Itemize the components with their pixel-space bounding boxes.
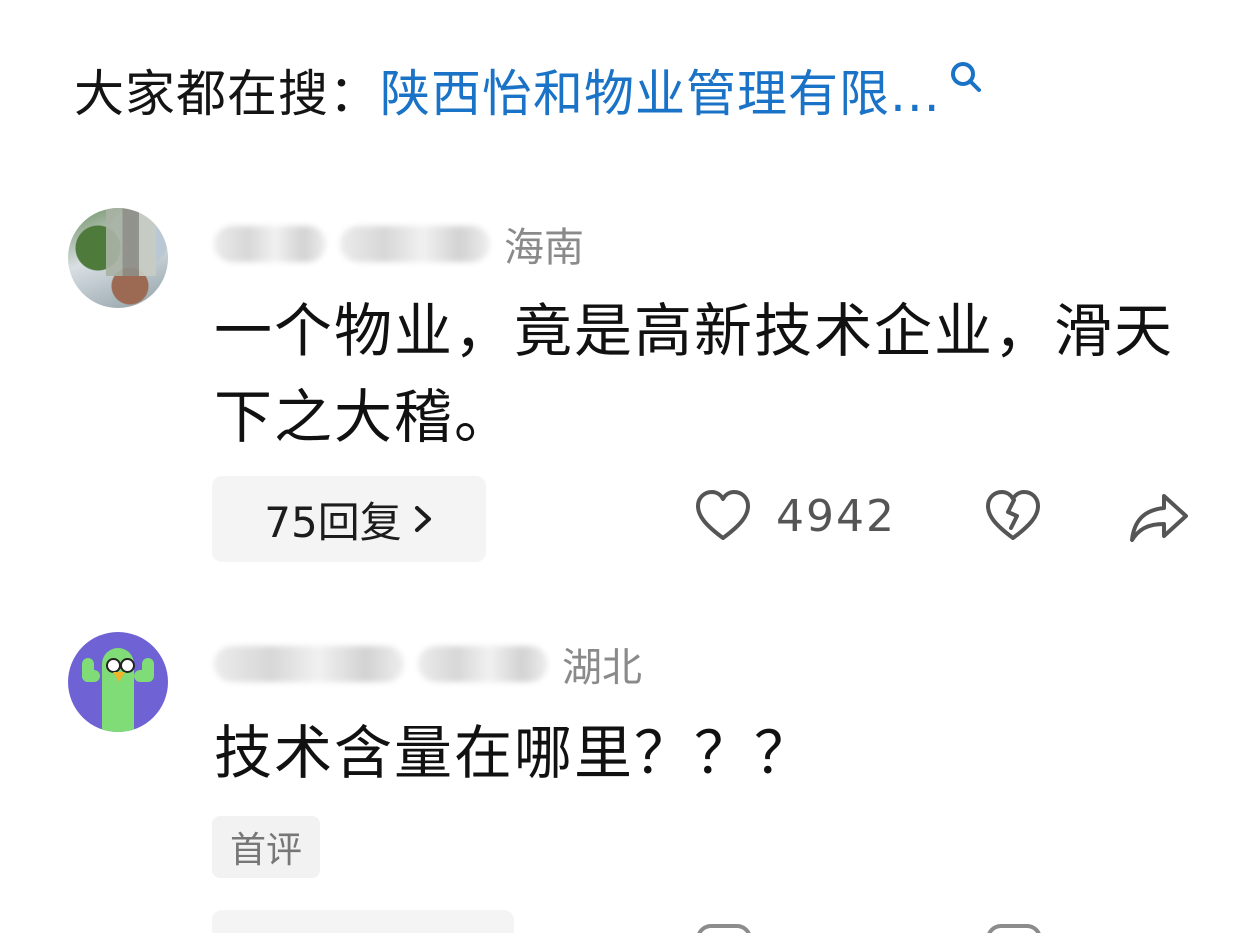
first-comment-badge: 首评: [212, 816, 321, 878]
comment-page: 大家都在搜： 陕西怡和物业管理有限... 海南 一个物业，竟是高新技术企业，滑天…: [0, 0, 1260, 933]
cactus-eye: [106, 658, 121, 673]
chevron-right-icon: [414, 506, 431, 532]
cactus-beak: [113, 672, 125, 682]
replies-button-partial[interactable]: [212, 910, 514, 933]
share-action[interactable]: [1128, 490, 1190, 544]
dislike-action[interactable]: [984, 488, 1042, 544]
comment-text: 技术含量在哪里？？？: [214, 719, 815, 787]
user-avatar[interactable]: [68, 632, 168, 732]
search-icon[interactable]: [949, 60, 983, 94]
cactus-arm: [82, 658, 94, 682]
user-avatar[interactable]: [68, 208, 168, 308]
blurred-username[interactable]: [214, 226, 326, 262]
cactus-arm: [142, 658, 154, 682]
broken-heart-icon[interactable]: [986, 924, 1042, 933]
like-action[interactable]: 4942: [694, 488, 896, 544]
heart-icon[interactable]: [696, 924, 752, 933]
share-icon[interactable]: [1128, 490, 1190, 544]
comment-meta: 海南: [214, 216, 584, 272]
replies-label: 75回复: [264, 497, 402, 547]
user-region: 湖北: [562, 645, 642, 691]
heart-icon[interactable]: [694, 488, 752, 544]
replies-button[interactable]: 75回复: [212, 476, 486, 562]
like-count: 4942: [776, 490, 896, 542]
cactus-eye: [120, 658, 135, 673]
broken-heart-icon[interactable]: [984, 488, 1042, 544]
comment-text: 一个物业，竟是高新技术企业，滑天下之大稽。: [214, 297, 1175, 451]
blurred-time: [340, 226, 490, 262]
search-query-link[interactable]: 陕西怡和物业管理有限...: [380, 54, 941, 126]
avatar-mosaic: [106, 208, 156, 276]
search-suggestion[interactable]: 大家都在搜： 陕西怡和物业管理有限...: [74, 54, 983, 126]
user-region: 海南: [504, 225, 584, 271]
blurred-time: [418, 646, 548, 682]
search-prefix-label: 大家都在搜：: [74, 65, 380, 123]
blurred-username[interactable]: [214, 646, 404, 682]
comment-meta: 湖北: [214, 636, 642, 692]
